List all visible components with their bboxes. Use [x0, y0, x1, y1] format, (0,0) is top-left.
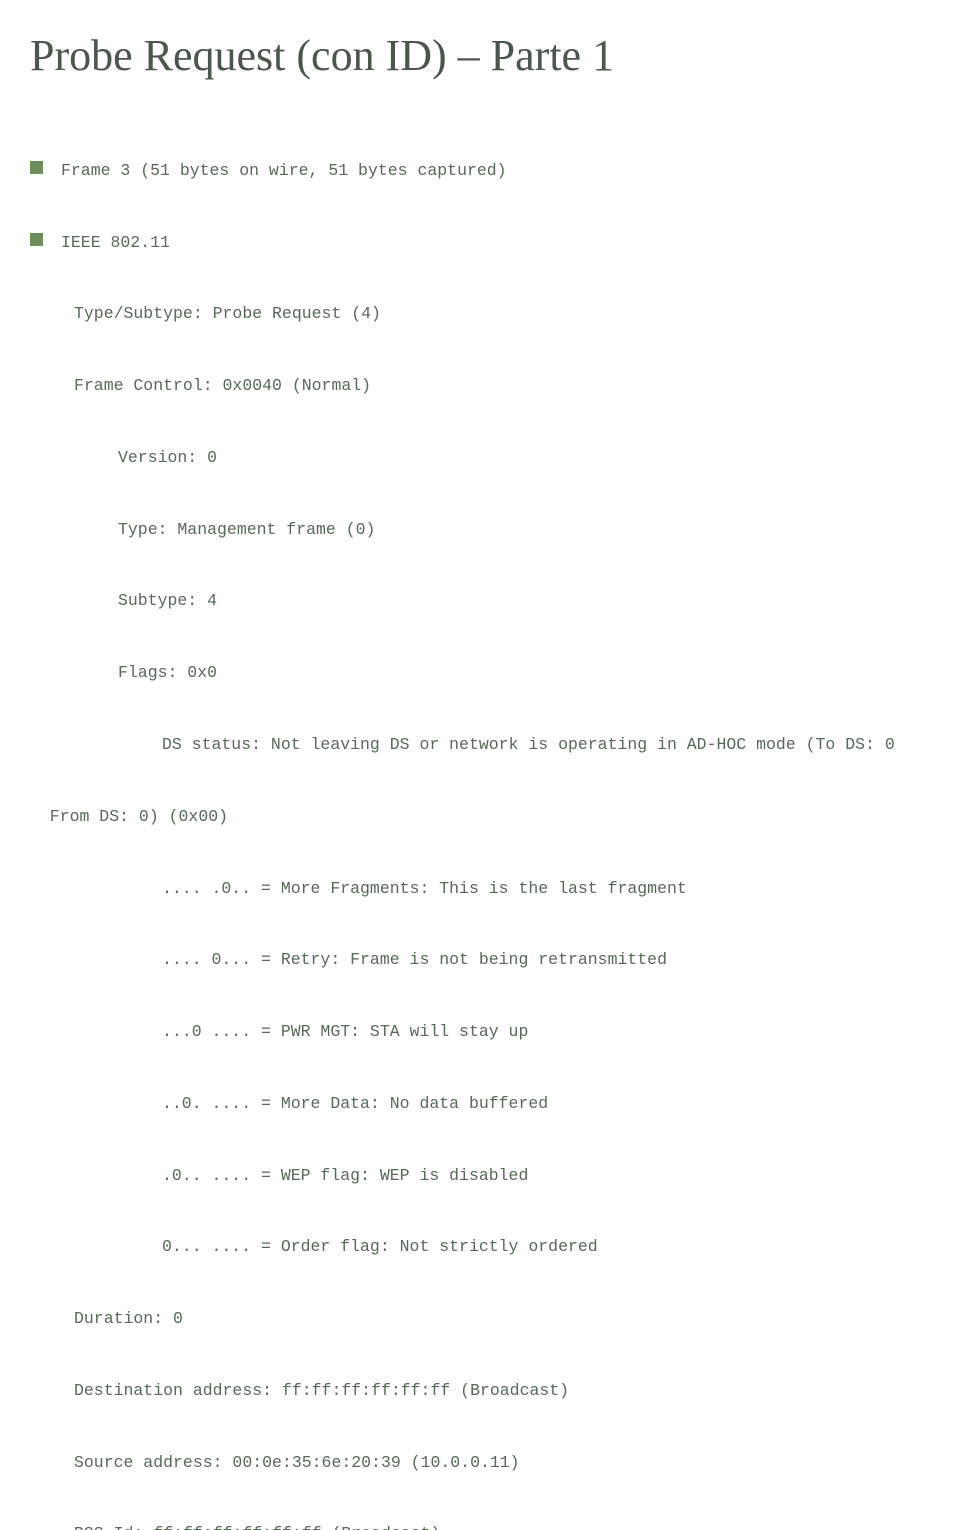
slide-title: Probe Request (con ID) – Parte 1	[30, 30, 910, 81]
retry: .... 0... = Retry: Frame is not being re…	[30, 948, 910, 972]
content: Frame 3 (51 bytes on wire, 51 bytes capt…	[30, 111, 910, 1530]
bullet-icon	[30, 233, 43, 246]
dest-addr: Destination address: ff:ff:ff:ff:ff:ff (…	[30, 1379, 910, 1403]
type-mgmt: Type: Management frame (0)	[30, 518, 910, 542]
flags: Flags: 0x0	[30, 661, 910, 685]
src-addr: Source address: 00:0e:35:6e:20:39 (10.0.…	[30, 1451, 910, 1475]
bss-id: BSS Id: ff:ff:ff:ff:ff:ff (Broadcast)	[30, 1522, 910, 1530]
ds-status-2: From DS: 0) (0x00)	[30, 805, 910, 829]
more-data: ..0. .... = More Data: No data buffered	[30, 1092, 910, 1116]
frame-control: Frame Control: 0x0040 (Normal)	[30, 374, 910, 398]
bullet-icon	[30, 161, 43, 174]
version: Version: 0	[30, 446, 910, 470]
ds-status-1: DS status: Not leaving DS or network is …	[30, 733, 910, 757]
subtype: Subtype: 4	[30, 589, 910, 613]
more-fragments: .... .0.. = More Fragments: This is the …	[30, 877, 910, 901]
wep-flag: .0.. .... = WEP flag: WEP is disabled	[30, 1164, 910, 1188]
pwr-mgt: ...0 .... = PWR MGT: STA will stay up	[30, 1020, 910, 1044]
type-subtype: Type/Subtype: Probe Request (4)	[30, 302, 910, 326]
frame-summary: Frame 3 (51 bytes on wire, 51 bytes capt…	[61, 161, 507, 180]
duration: Duration: 0	[30, 1307, 910, 1331]
protocol: IEEE 802.11	[61, 233, 170, 252]
order-flag: 0... .... = Order flag: Not strictly ord…	[30, 1235, 910, 1259]
